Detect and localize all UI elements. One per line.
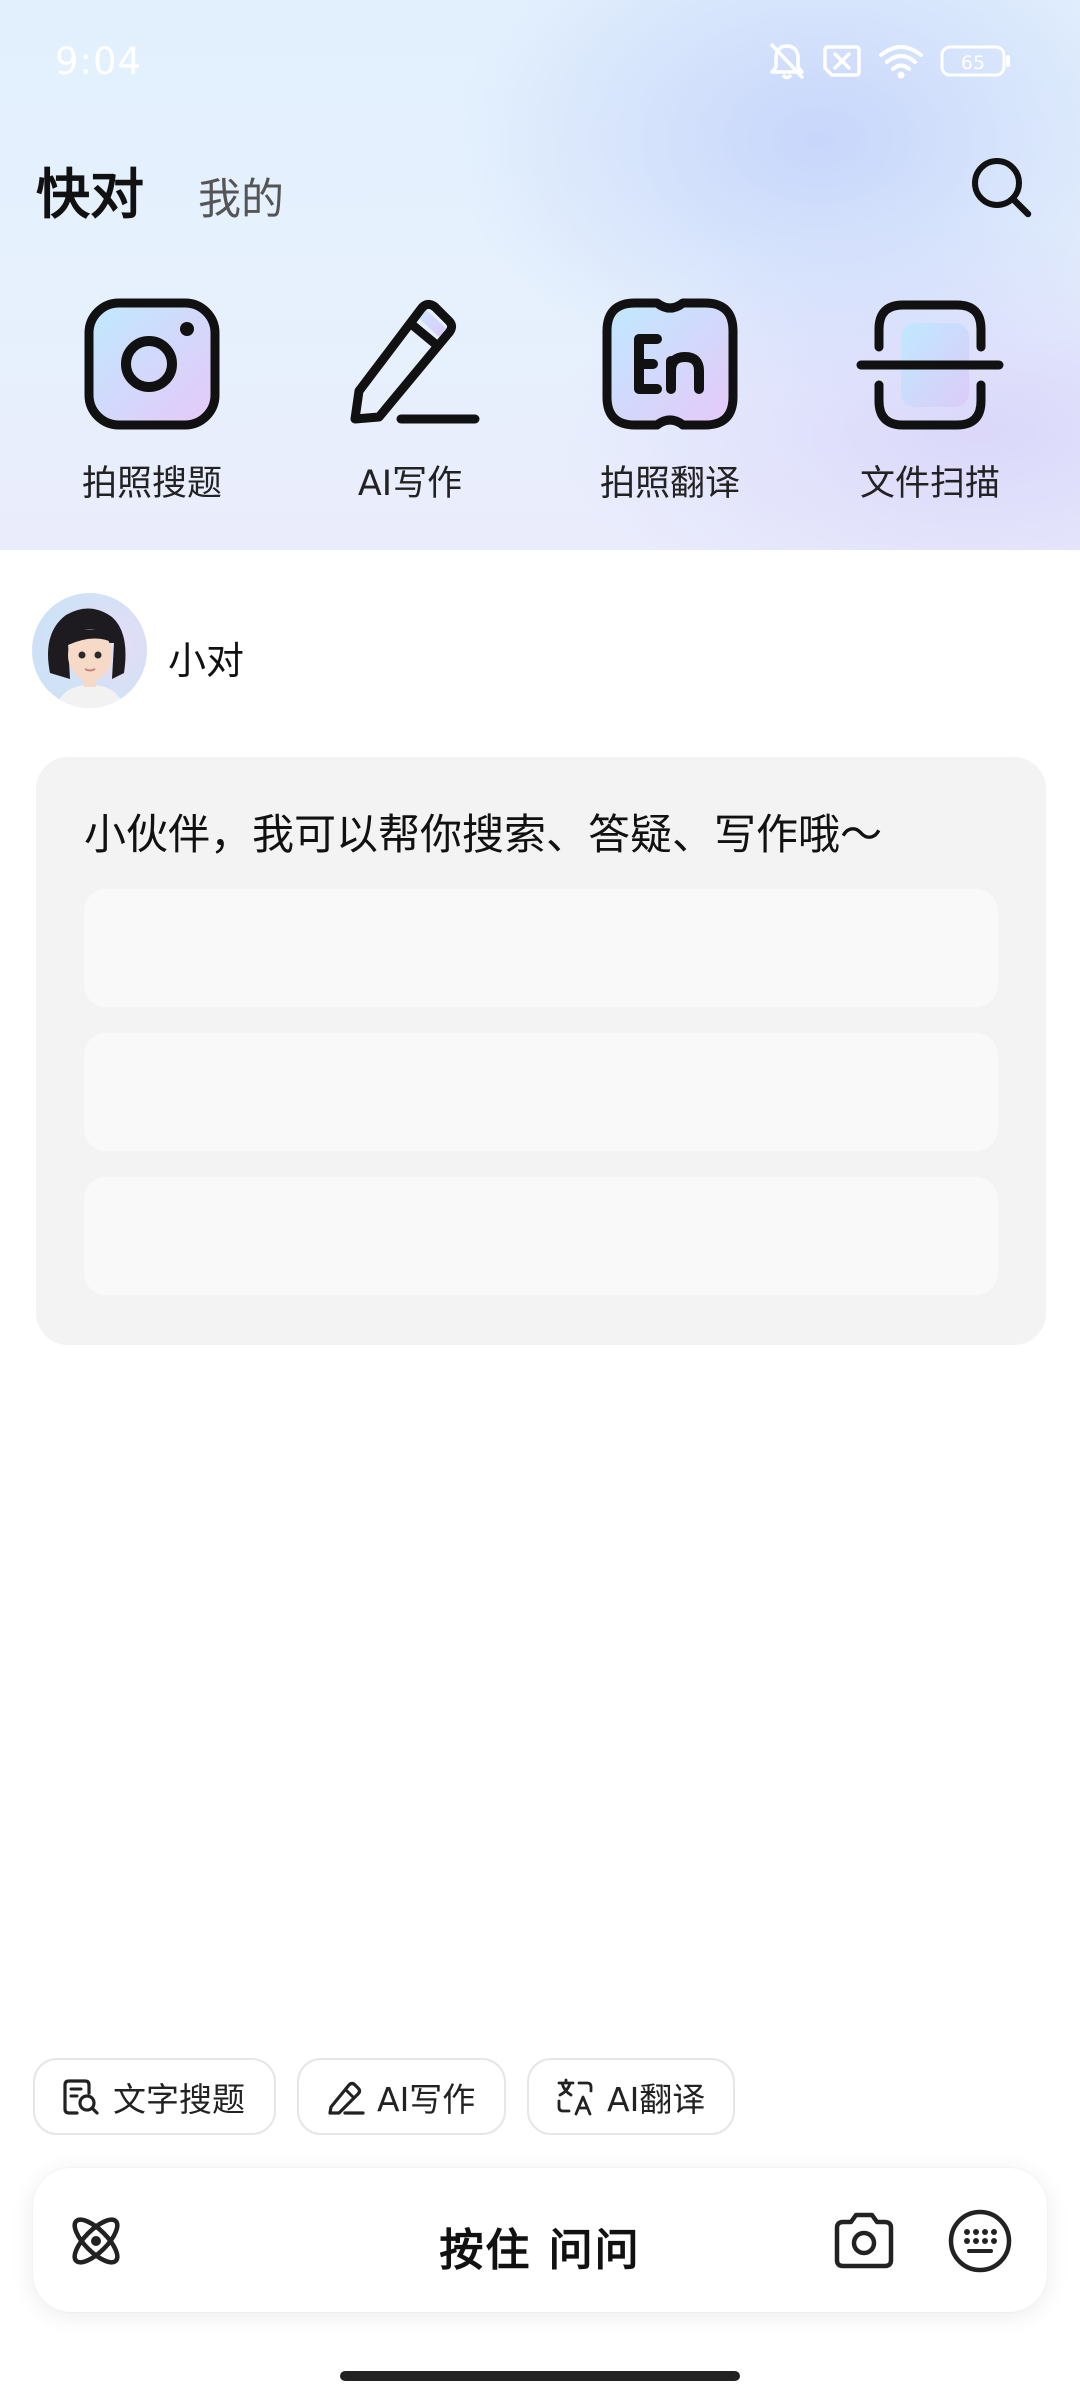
camera-icon xyxy=(77,295,227,435)
chip-label: 文字搜题 xyxy=(113,2079,245,2119)
camera-icon xyxy=(834,2212,894,2269)
feature-ai-writing[interactable]: AI写作 xyxy=(310,295,510,506)
pen-icon xyxy=(328,2081,365,2115)
feature-label: 文件扫描 xyxy=(859,464,1000,504)
wifi-icon xyxy=(879,45,923,79)
suggestion-item[interactable] xyxy=(84,889,998,1007)
chip-text-search[interactable]: 文字搜题 xyxy=(33,2058,276,2135)
avatar-image xyxy=(48,608,126,708)
suggestion-item[interactable] xyxy=(84,1177,998,1295)
tab-kuaidui[interactable]: 快对 xyxy=(36,150,144,229)
chip-label: AI翻译 xyxy=(607,2079,706,2119)
translate-icon xyxy=(557,2078,593,2115)
battery-level: 65 xyxy=(961,52,985,74)
sim-x-icon xyxy=(823,45,861,77)
chip-ai-writing[interactable]: AI写作 xyxy=(297,2058,506,2135)
tab-mine[interactable]: 我的 xyxy=(198,165,284,227)
bot-name: 小对 xyxy=(168,639,245,683)
status-bar: 9:04 65 xyxy=(0,0,1080,125)
feature-label: 拍照翻译 xyxy=(599,464,740,504)
message-card: 小伙伴，我可以帮你搜索、答疑、写作哦～ xyxy=(36,757,1046,1345)
home-indicator[interactable] xyxy=(340,2371,740,2381)
chip-ai-translate[interactable]: AI翻译 xyxy=(527,2058,735,2135)
pencil-icon xyxy=(335,295,485,435)
camera-button[interactable] xyxy=(829,2206,899,2276)
status-icons: 65 xyxy=(768,40,1012,82)
bot-avatar[interactable] xyxy=(32,593,147,708)
feature-photo-search[interactable]: 拍照搜题 xyxy=(52,295,252,506)
status-time: 9:04 xyxy=(55,40,143,83)
translate-en-icon xyxy=(595,295,745,435)
message-text: 小伙伴，我可以帮你搜索、答疑、写作哦～ xyxy=(84,810,883,859)
text-search-icon xyxy=(63,2078,99,2115)
input-bar: 按住 问问 xyxy=(33,2168,1047,2312)
feature-file-scan[interactable]: 文件扫描 xyxy=(830,295,1030,506)
battery-icon: 65 xyxy=(940,45,1010,77)
search-button[interactable] xyxy=(968,154,1034,220)
scan-icon xyxy=(855,295,1005,435)
bell-muted-icon xyxy=(770,43,804,80)
feature-label: AI写作 xyxy=(357,464,463,504)
keyboard-button[interactable] xyxy=(945,2206,1015,2276)
chip-label: AI写作 xyxy=(377,2079,476,2119)
search-icon xyxy=(972,158,1032,218)
keyboard-icon xyxy=(948,2209,1012,2273)
suggestion-item[interactable] xyxy=(84,1033,998,1151)
feature-label: 拍照搜题 xyxy=(81,464,222,504)
feature-photo-translate[interactable]: 拍照翻译 xyxy=(570,295,770,506)
